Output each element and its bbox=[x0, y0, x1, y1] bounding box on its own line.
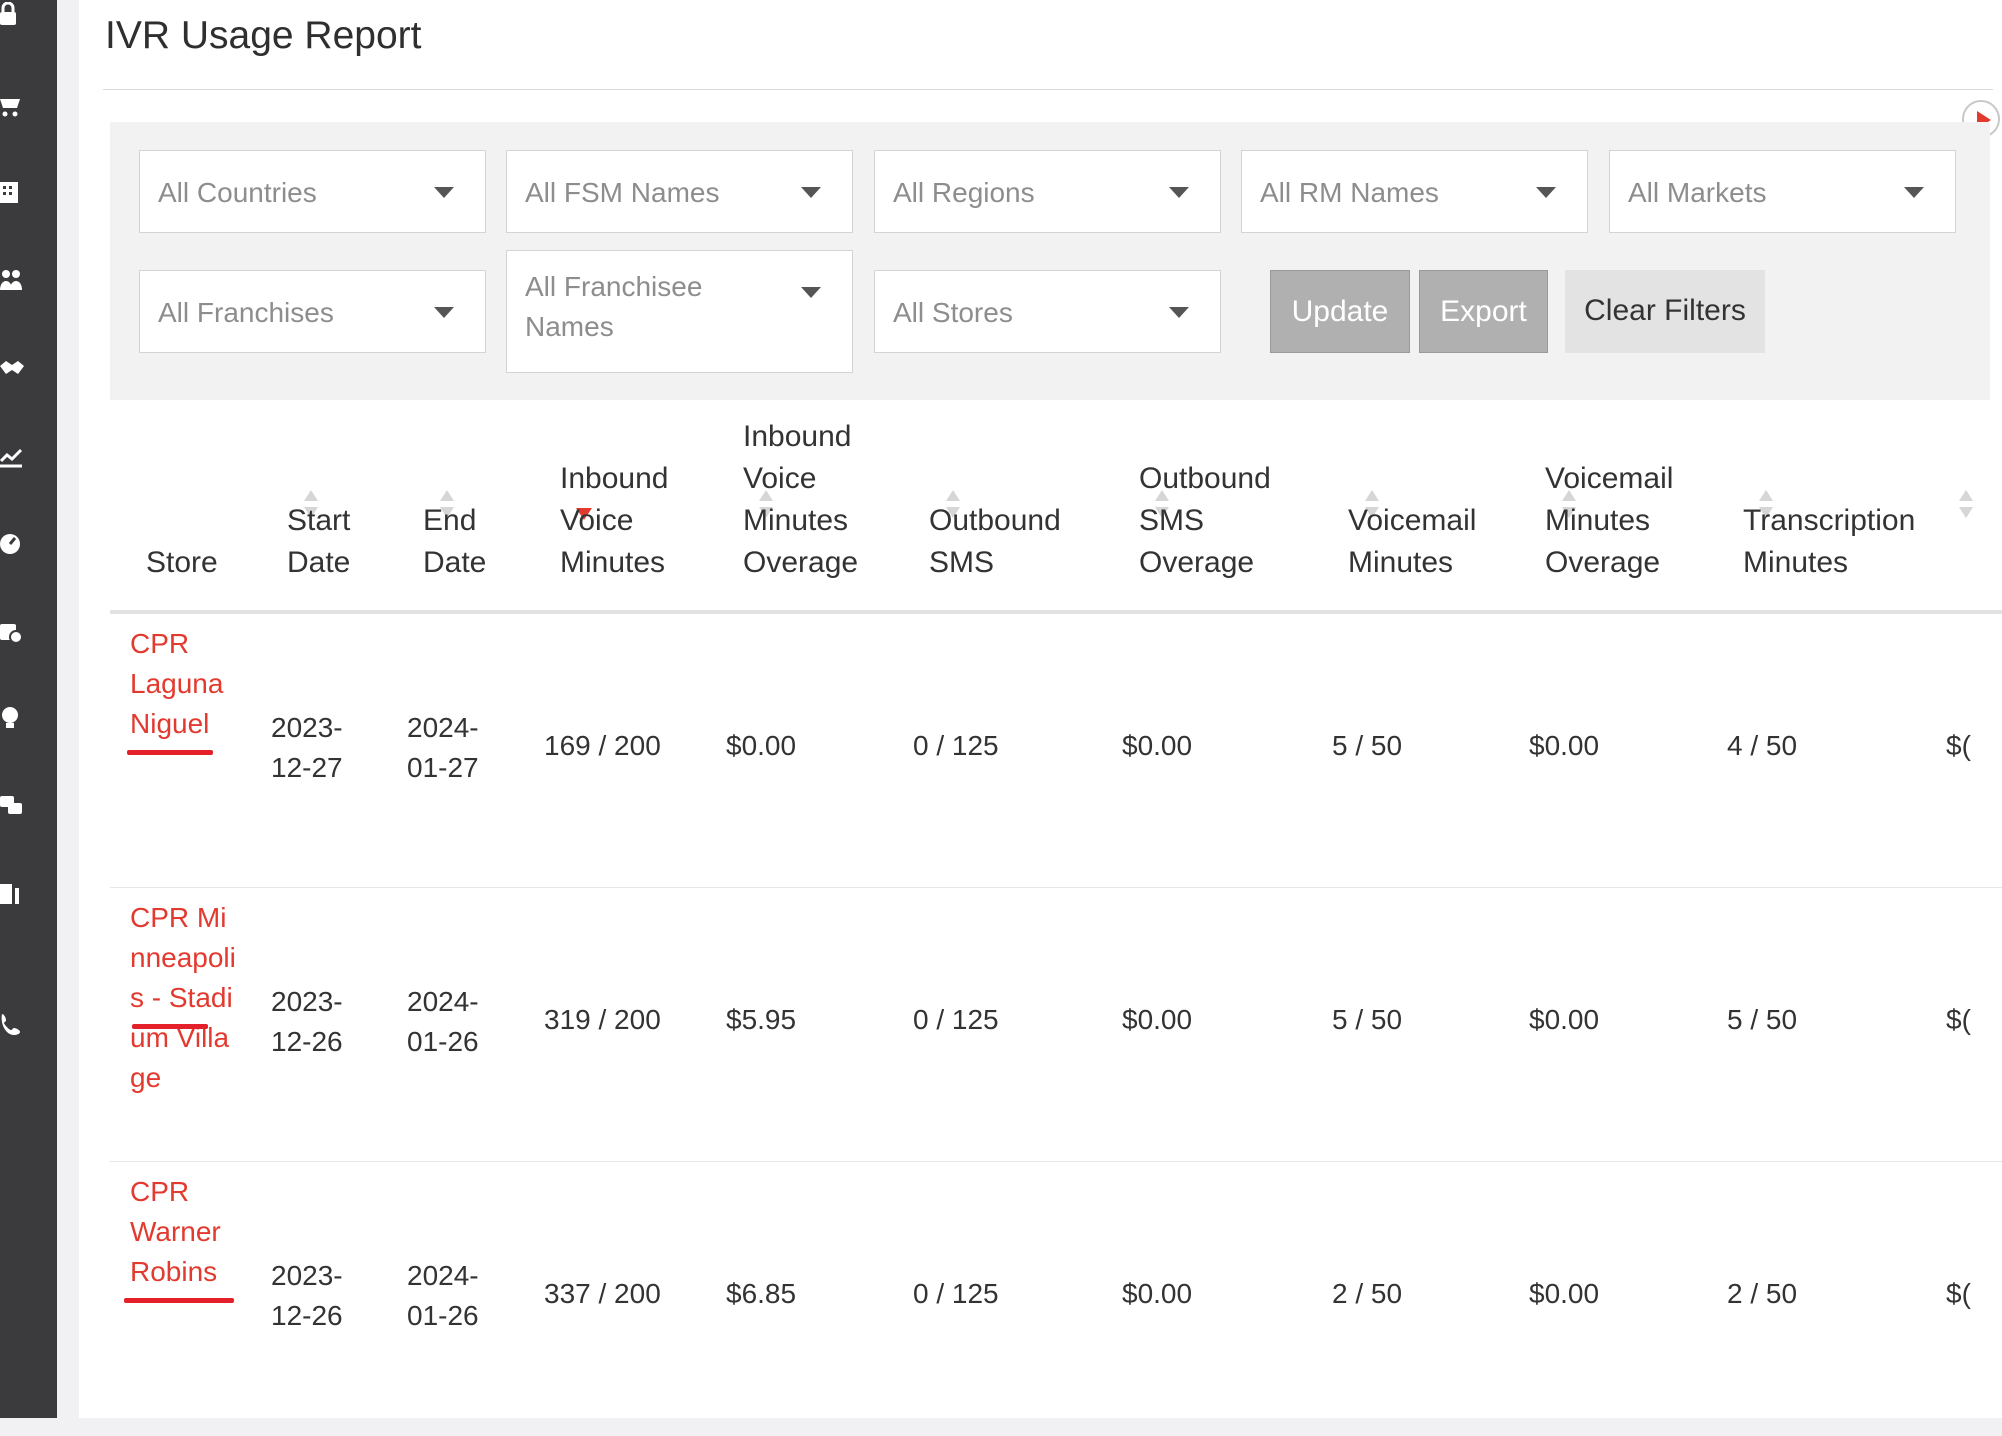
page-title: IVR Usage Report bbox=[105, 14, 422, 57]
voicemail-cell: 5 / 50 bbox=[1332, 1004, 1403, 1035]
col-header-inbound-overage[interactable]: Inbound Voice Minutes Overage bbox=[743, 416, 873, 584]
voicemail-cell: 5 / 50 bbox=[1332, 730, 1403, 761]
col-header-transcription[interactable]: Transcription Minutes bbox=[1743, 500, 1943, 584]
outbound-sms-overage-cell: $0.00 bbox=[1122, 730, 1193, 761]
start-date-cell: 2023-12-26 bbox=[271, 1260, 343, 1331]
handshake-icon[interactable] bbox=[0, 356, 24, 380]
transcription-overage-cell: $( bbox=[1946, 1004, 1971, 1035]
outbound-sms-cell: 0 / 125 bbox=[913, 1004, 999, 1035]
chevron-down-icon bbox=[434, 307, 454, 318]
cart-icon[interactable] bbox=[0, 94, 24, 118]
clear-filters-button[interactable]: Clear Filters bbox=[1565, 270, 1765, 353]
col-header-outbound-sms[interactable]: Outbound SMS bbox=[929, 500, 1079, 584]
chevron-down-icon bbox=[1536, 187, 1556, 198]
col-header-end-date[interactable]: End Date bbox=[423, 500, 503, 584]
lock-icon[interactable] bbox=[0, 2, 24, 26]
start-date-cell: 2023-12-27 bbox=[271, 712, 343, 783]
col-header-outbound-sms-overage[interactable]: Outbound SMS Overage bbox=[1139, 458, 1289, 584]
update-button[interactable]: Update bbox=[1270, 270, 1410, 353]
chevron-down-icon bbox=[434, 187, 454, 198]
outbound-sms-overage-cell: $0.00 bbox=[1122, 1278, 1193, 1309]
outbound-sms-cell: 0 / 125 bbox=[913, 730, 999, 761]
chart-icon[interactable] bbox=[0, 444, 24, 468]
calendar-clock-icon[interactable] bbox=[0, 620, 24, 644]
transcription-overage-cell: $( bbox=[1946, 730, 1971, 761]
store-select[interactable]: All Stores bbox=[874, 270, 1221, 353]
voicemail-overage-cell: $0.00 bbox=[1529, 730, 1600, 761]
sidebar bbox=[0, 0, 57, 1418]
chevron-down-icon bbox=[1169, 187, 1189, 198]
transcription-cell: 4 / 50 bbox=[1727, 730, 1798, 761]
store-link[interactable]: CPR Minneapolis - Stadium Village bbox=[130, 898, 240, 1098]
country-select[interactable]: All Countries bbox=[139, 150, 486, 233]
fsm-name-select[interactable]: All FSM Names bbox=[506, 150, 853, 233]
start-date-cell: 2023-12-26 bbox=[271, 986, 343, 1057]
main-content: IVR Usage Report All Countries All FSM N… bbox=[79, 0, 2002, 1418]
inbound-overage-cell: $5.95 bbox=[726, 1004, 797, 1035]
inbound-overage-cell: $6.85 bbox=[726, 1278, 797, 1309]
col-header-inbound-voice[interactable]: Inbound Voice Minutes bbox=[560, 458, 690, 584]
store-select-value: All Stores bbox=[893, 297, 1013, 328]
lightbulb-icon[interactable] bbox=[0, 706, 24, 730]
chevron-down-icon bbox=[801, 187, 821, 198]
title-divider bbox=[103, 89, 1993, 90]
voicemail-cell: 2 / 50 bbox=[1332, 1278, 1403, 1309]
transcription-cell: 5 / 50 bbox=[1727, 1004, 1798, 1035]
franchisee-name-select-value: All Franchisee Names bbox=[525, 271, 703, 342]
filter-panel: All Countries All FSM Names All Regions … bbox=[110, 122, 1990, 400]
franchise-select-value: All Franchises bbox=[158, 297, 334, 328]
fsm-name-select-value: All FSM Names bbox=[525, 177, 720, 208]
region-select[interactable]: All Regions bbox=[874, 150, 1221, 233]
transcription-overage-cell: $( bbox=[1946, 1278, 1971, 1309]
inbound-overage-cell: $0.00 bbox=[726, 730, 797, 761]
annotation-underline bbox=[124, 1298, 234, 1303]
chevron-down-icon bbox=[1904, 187, 1924, 198]
market-select-value: All Markets bbox=[1628, 177, 1767, 208]
store-link[interactable]: CPR Laguna Niguel bbox=[130, 624, 270, 744]
voicemail-overage-cell: $0.00 bbox=[1529, 1278, 1600, 1309]
col-header-voicemail[interactable]: Voicemail Minutes bbox=[1348, 500, 1488, 584]
export-button[interactable]: Export bbox=[1419, 270, 1548, 353]
voicemail-overage-cell: $0.00 bbox=[1529, 1004, 1600, 1035]
franchise-select[interactable]: All Franchises bbox=[139, 270, 486, 353]
building-icon[interactable] bbox=[0, 180, 24, 204]
rm-name-select-value: All RM Names bbox=[1260, 177, 1439, 208]
chat-icon[interactable] bbox=[0, 794, 24, 818]
end-date-cell: 2024-01-26 bbox=[407, 986, 479, 1057]
inbound-voice-cell: 337 / 200 bbox=[544, 1278, 661, 1309]
end-date-cell: 2024-01-26 bbox=[407, 1260, 479, 1331]
country-select-value: All Countries bbox=[158, 177, 317, 208]
market-select[interactable]: All Markets bbox=[1609, 150, 1956, 233]
phone-icon[interactable] bbox=[0, 1012, 24, 1036]
table-row: CPR Warner Robins 2023-12-26 2024-01-26 … bbox=[110, 1162, 2002, 1436]
chevron-down-icon bbox=[801, 287, 821, 298]
table-row: CPR Laguna Niguel 2023-12-27 2024-01-27 … bbox=[110, 614, 2002, 888]
inbound-voice-cell: 319 / 200 bbox=[544, 1004, 661, 1035]
franchisee-name-select[interactable]: All Franchisee Names bbox=[506, 250, 853, 373]
outbound-sms-cell: 0 / 125 bbox=[913, 1278, 999, 1309]
gauge-icon[interactable] bbox=[0, 532, 24, 556]
store-link[interactable]: CPR Warner Robins bbox=[130, 1172, 270, 1292]
transcription-cell: 2 / 50 bbox=[1727, 1278, 1798, 1309]
annotation-underline bbox=[132, 1024, 208, 1029]
region-select-value: All Regions bbox=[893, 177, 1035, 208]
table-row: CPR Minneapolis - Stadium Village 2023-1… bbox=[110, 888, 2002, 1162]
end-date-cell: 2024-01-27 bbox=[407, 712, 479, 783]
inbound-voice-cell: 169 / 200 bbox=[544, 730, 661, 761]
col-header-start-date[interactable]: Start Date bbox=[287, 500, 377, 584]
users-icon[interactable] bbox=[0, 268, 24, 292]
chevron-down-icon bbox=[1169, 307, 1189, 318]
sort-icon[interactable] bbox=[1959, 490, 1973, 522]
col-header-voicemail-overage[interactable]: Voicemail Minutes Overage bbox=[1545, 458, 1695, 584]
door-icon[interactable] bbox=[0, 882, 24, 906]
rm-name-select[interactable]: All RM Names bbox=[1241, 150, 1588, 233]
col-header-store[interactable]: Store bbox=[146, 542, 218, 584]
annotation-underline bbox=[127, 750, 213, 755]
outbound-sms-overage-cell: $0.00 bbox=[1122, 1004, 1193, 1035]
